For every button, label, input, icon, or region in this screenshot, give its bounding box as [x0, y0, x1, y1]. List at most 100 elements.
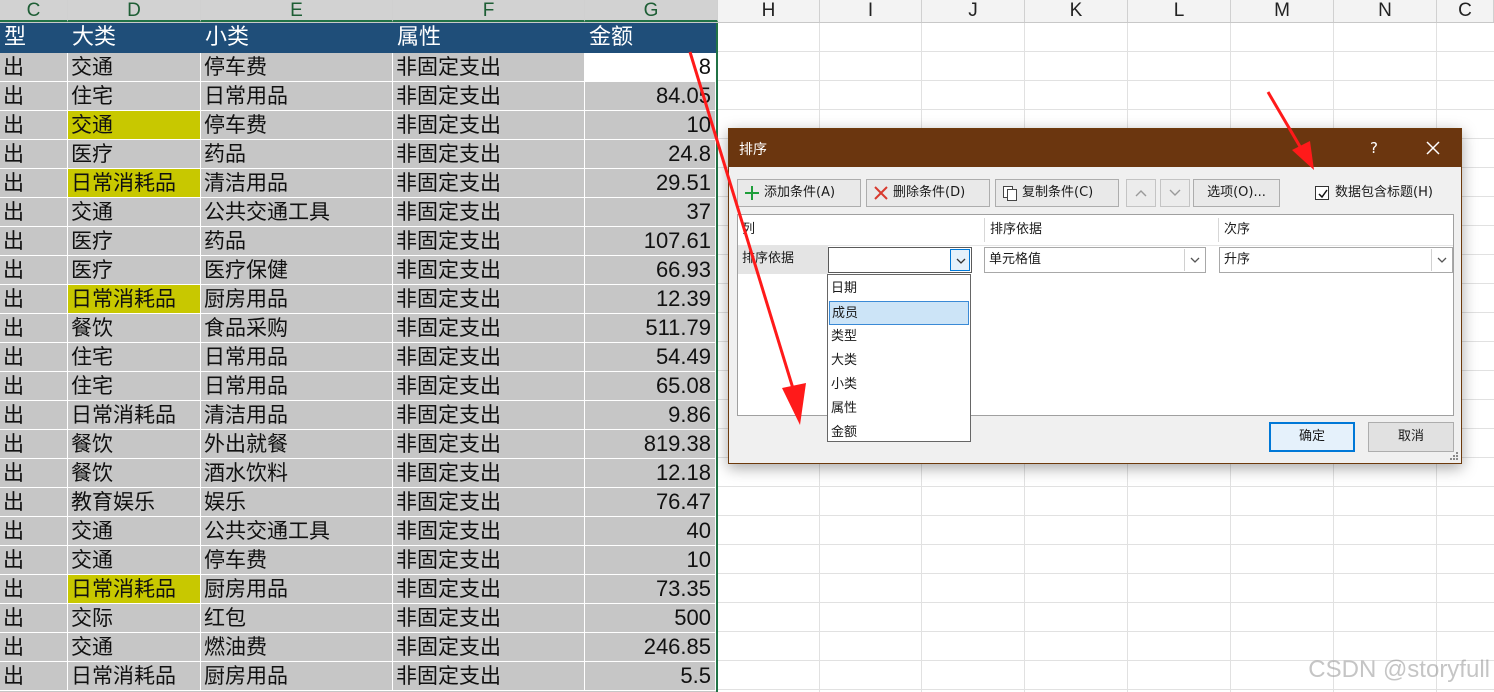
table-cell[interactable]: 出	[0, 198, 68, 226]
table-cell[interactable]: 出	[0, 372, 68, 400]
table-cell[interactable]: 出	[0, 401, 68, 429]
table-cell[interactable]: 出	[0, 604, 68, 632]
table-cell[interactable]: 66.93	[585, 256, 716, 284]
close-button[interactable]	[1405, 129, 1461, 167]
table-cell[interactable]: 交通	[68, 517, 201, 545]
table-cell[interactable]: 非固定支出	[393, 169, 585, 197]
table-cell[interactable]: 9.86	[585, 401, 716, 429]
table-cell[interactable]: 76.47	[585, 488, 716, 516]
sort-basis-dropdown-button[interactable]	[1184, 249, 1204, 271]
table-cell[interactable]: 37	[585, 198, 716, 226]
table-cell[interactable]: 日常用品	[201, 82, 393, 110]
ok-button[interactable]: 确定	[1269, 422, 1355, 452]
column-select[interactable]	[828, 247, 972, 273]
table-cell[interactable]: 餐饮	[68, 314, 201, 342]
table-cell[interactable]: 燃油费	[201, 633, 393, 661]
table-cell[interactable]: 红包	[201, 604, 393, 632]
column-header-12[interactable]: C	[1437, 0, 1494, 22]
table-cell[interactable]: 公共交通工具	[201, 198, 393, 226]
table-header-cell[interactable]: 金额	[585, 23, 716, 53]
table-cell[interactable]: 出	[0, 53, 68, 81]
options-button[interactable]: 选项(O)...	[1193, 179, 1280, 207]
table-cell[interactable]: 非固定支出	[393, 343, 585, 371]
table-cell[interactable]: 非固定支出	[393, 82, 585, 110]
table-cell[interactable]: 医疗	[68, 140, 201, 168]
column-header-3[interactable]: F	[393, 0, 585, 22]
table-cell[interactable]: 非固定支出	[393, 111, 585, 139]
sort-basis-select[interactable]: 单元格值	[984, 247, 1206, 273]
table-cell[interactable]: 医疗	[68, 256, 201, 284]
table-cell[interactable]: 停车费	[201, 546, 393, 574]
table-cell[interactable]: 交通	[68, 198, 201, 226]
table-cell[interactable]: 出	[0, 82, 68, 110]
table-cell[interactable]: 非固定支出	[393, 285, 585, 313]
table-cell[interactable]: 出	[0, 662, 68, 690]
table-cell[interactable]: 餐饮	[68, 430, 201, 458]
table-cell[interactable]: 交通	[68, 546, 201, 574]
table-cell[interactable]: 24.8	[585, 140, 716, 168]
table-cell[interactable]: 非固定支出	[393, 140, 585, 168]
column-dropdown-list[interactable]: 日期 成员 类型 大类 小类 属性 金额	[827, 274, 971, 442]
table-cell[interactable]: 停车费	[201, 53, 393, 81]
column-header-6[interactable]: I	[820, 0, 922, 22]
table-cell[interactable]: 819.38	[585, 430, 716, 458]
table-cell[interactable]: 非固定支出	[393, 372, 585, 400]
column-header-4[interactable]: G	[585, 0, 718, 22]
table-cell[interactable]: 非固定支出	[393, 488, 585, 516]
table-cell[interactable]: 日常消耗品	[68, 575, 201, 603]
header-checkbox[interactable]: 数据包含标题(H)	[1315, 183, 1433, 203]
delete-condition-button[interactable]: 删除条件(D)	[866, 179, 990, 207]
column-header-1[interactable]: D	[68, 0, 201, 22]
table-cell[interactable]: 出	[0, 169, 68, 197]
dropdown-option[interactable]: 金额	[829, 421, 969, 445]
table-cell[interactable]: 非固定支出	[393, 430, 585, 458]
dropdown-option[interactable]: 大类	[829, 349, 969, 373]
table-cell[interactable]: 餐饮	[68, 459, 201, 487]
table-cell[interactable]: 500	[585, 604, 716, 632]
table-cell[interactable]: 246.85	[585, 633, 716, 661]
table-cell[interactable]: 10	[585, 111, 716, 139]
column-header-5[interactable]: H	[718, 0, 820, 22]
checkbox-box[interactable]	[1315, 185, 1329, 200]
table-cell[interactable]: 交际	[68, 604, 201, 632]
table-cell[interactable]: 非固定支出	[393, 604, 585, 632]
table-cell[interactable]: 8	[585, 53, 716, 81]
table-cell[interactable]: 非固定支出	[393, 633, 585, 661]
table-cell[interactable]: 交通	[68, 111, 201, 139]
table-cell[interactable]: 非固定支出	[393, 517, 585, 545]
table-cell[interactable]: 日常消耗品	[68, 169, 201, 197]
table-cell[interactable]: 交通	[68, 53, 201, 81]
table-cell[interactable]: 非固定支出	[393, 227, 585, 255]
table-cell[interactable]: 住宅	[68, 82, 201, 110]
column-header-7[interactable]: J	[922, 0, 1025, 22]
table-header-cell[interactable]: 属性	[393, 23, 585, 53]
sort-order-select[interactable]: 升序	[1219, 247, 1453, 273]
table-cell[interactable]: 非固定支出	[393, 198, 585, 226]
table-cell[interactable]: 出	[0, 343, 68, 371]
table-cell[interactable]: 娱乐	[201, 488, 393, 516]
dropdown-option[interactable]: 小类	[829, 373, 969, 397]
table-cell[interactable]: 医疗保健	[201, 256, 393, 284]
table-cell[interactable]: 住宅	[68, 343, 201, 371]
table-cell[interactable]: 酒水饮料	[201, 459, 393, 487]
table-cell[interactable]: 出	[0, 575, 68, 603]
table-cell[interactable]: 出	[0, 546, 68, 574]
column-header-0[interactable]: C	[0, 0, 68, 22]
dialog-title-bar[interactable]: 排序 ?	[729, 129, 1461, 167]
table-cell[interactable]: 日常消耗品	[68, 662, 201, 690]
table-cell[interactable]: 停车费	[201, 111, 393, 139]
table-cell[interactable]: 10	[585, 546, 716, 574]
table-cell[interactable]: 非固定支出	[393, 662, 585, 690]
table-cell[interactable]: 食品采购	[201, 314, 393, 342]
table-cell[interactable]: 教育娱乐	[68, 488, 201, 516]
table-cell[interactable]: 非固定支出	[393, 256, 585, 284]
table-cell[interactable]: 非固定支出	[393, 546, 585, 574]
table-cell[interactable]: 药品	[201, 227, 393, 255]
sort-order-dropdown-button[interactable]	[1431, 249, 1451, 271]
table-cell[interactable]: 厨房用品	[201, 575, 393, 603]
table-cell[interactable]: 清洁用品	[201, 169, 393, 197]
table-cell[interactable]: 非固定支出	[393, 401, 585, 429]
column-select-dropdown-button[interactable]	[950, 249, 970, 271]
resize-grip-icon[interactable]	[1449, 451, 1459, 461]
column-header-8[interactable]: K	[1025, 0, 1128, 22]
